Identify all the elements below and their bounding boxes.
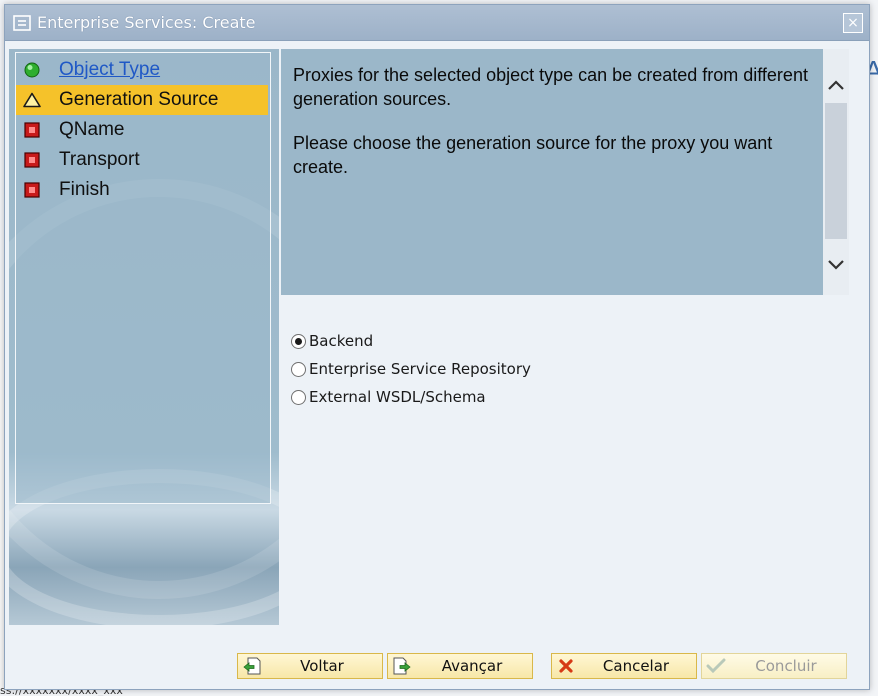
next-button-label: Avançar	[441, 657, 503, 675]
option-label[interactable]: Backend	[309, 332, 373, 350]
scroll-up-button[interactable]	[823, 71, 849, 99]
description-paragraph: Proxies for the selected object type can…	[293, 65, 808, 109]
window-icon	[13, 14, 31, 32]
checkmark-icon	[706, 656, 726, 676]
wizard-step-list: Object Type Generation Source QName Tran…	[15, 52, 271, 504]
enterprise-services-dialog: Enterprise Services: Create × Object Typ…	[4, 4, 870, 690]
dialog-titlebar[interactable]: Enterprise Services: Create ×	[5, 5, 869, 41]
radio-backend[interactable]	[291, 333, 306, 349]
description-scrollbar[interactable]	[823, 49, 849, 295]
step-generation-source[interactable]: Generation Source	[16, 85, 268, 115]
step-description-box: Proxies for the selected object type can…	[281, 49, 823, 295]
description-paragraph: Please choose the generation source for …	[293, 133, 773, 177]
option-backend[interactable]: Backend	[291, 327, 531, 355]
close-button[interactable]: ×	[843, 13, 863, 33]
step-finish[interactable]: Finish	[16, 175, 270, 205]
next-button[interactable]: Avançar	[387, 653, 533, 679]
scroll-thumb[interactable]	[825, 103, 847, 239]
generation-source-options: Backend Enterprise Service Repository Ex…	[291, 327, 531, 411]
wizard-step-panel: Object Type Generation Source QName Tran…	[9, 49, 279, 625]
dialog-title: Enterprise Services: Create	[37, 13, 256, 32]
back-arrow-icon	[242, 656, 262, 676]
option-external-wsdl-schema[interactable]: External WSDL/Schema	[291, 383, 531, 411]
cancel-button-label: Cancelar	[602, 657, 670, 675]
cancel-x-icon	[556, 656, 576, 676]
forward-arrow-icon	[392, 656, 412, 676]
back-button[interactable]: Voltar	[237, 653, 383, 679]
red-square-icon	[22, 150, 42, 170]
step-label-transport: Transport	[59, 149, 140, 170]
red-square-icon	[22, 180, 42, 200]
step-label-object-type[interactable]: Object Type	[59, 59, 160, 81]
green-circle-icon	[22, 60, 42, 80]
finish-button[interactable]: Concluir	[701, 653, 847, 679]
warning-triangle-icon	[22, 90, 42, 110]
step-label-generation-source: Generation Source	[59, 89, 219, 110]
radio-external-wsdl-schema[interactable]	[291, 389, 306, 405]
chevron-down-icon	[828, 260, 844, 270]
option-label[interactable]: Enterprise Service Repository	[309, 360, 531, 378]
step-qname[interactable]: QName	[16, 115, 270, 145]
chevron-up-icon	[828, 80, 844, 90]
back-button-label: Voltar	[300, 657, 344, 675]
step-label-finish: Finish	[59, 179, 110, 200]
cancel-button[interactable]: Cancelar	[551, 653, 697, 679]
red-square-icon	[22, 120, 42, 140]
step-label-qname: QName	[59, 119, 125, 140]
step-object-type[interactable]: Object Type	[16, 55, 270, 85]
option-label[interactable]: External WSDL/Schema	[309, 388, 486, 406]
step-transport[interactable]: Transport	[16, 145, 270, 175]
option-enterprise-service-repository[interactable]: Enterprise Service Repository	[291, 355, 531, 383]
radio-enterprise-service-repository[interactable]	[291, 361, 306, 377]
finish-button-label: Concluir	[755, 657, 817, 675]
scroll-down-button[interactable]	[823, 251, 849, 279]
